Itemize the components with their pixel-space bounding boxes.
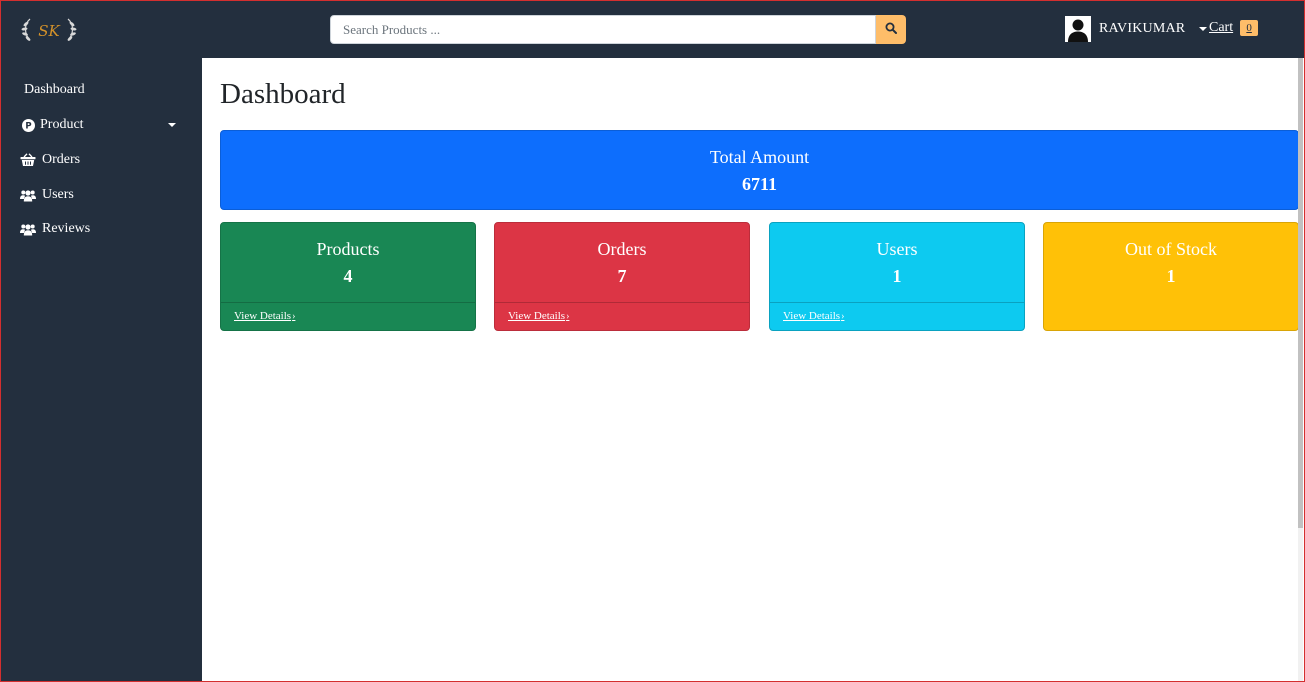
card-footer: View Details › [495,302,749,332]
cart-link[interactable]: Cart 0 [1209,20,1259,36]
search-button[interactable] [876,15,906,44]
sidebar-item-label: Users [42,187,74,202]
sidebar-item-label: Product [40,117,84,132]
card-value: 1 [1166,266,1176,286]
user-silhouette-icon [1065,16,1091,42]
cart-label: Cart [1209,20,1234,35]
top-navbar: SK RAVIKUMAR Cart 0 [0,0,1305,58]
total-amount-label: Total Amount [709,147,810,167]
card-label: Orders [597,239,647,259]
sidebar-item-product[interactable]: P Product [20,115,180,135]
out-of-stock-card: Out of Stock 1 [1043,222,1299,331]
total-amount-card: Total Amount 6711 [220,130,1299,210]
user-menu[interactable]: RAVIKUMAR [1065,16,1208,42]
card-value: 7 [617,266,627,286]
card-label: Users [876,239,918,259]
page-title: Dashboard [220,78,346,110]
brand-logo[interactable]: SK [20,14,78,46]
sidebar: Dashboard P Product Orders Users Reviews [0,58,202,682]
view-details-link[interactable]: View Details › [783,310,844,322]
users-icon [20,187,36,203]
page-scrollbar[interactable] [1298,58,1303,682]
users-icon [20,221,36,237]
card-label: Products [316,239,380,259]
chevron-right-icon: › [566,310,570,322]
cart-count-badge: 0 [1240,20,1259,36]
search-input[interactable] [330,15,876,44]
chevron-down-icon [1199,27,1208,31]
view-details-label: View Details [508,310,566,322]
chevron-right-icon: › [292,310,296,322]
product-p-icon: P [20,117,36,133]
view-details-label: View Details [783,310,841,322]
card-label: Out of Stock [1125,239,1217,259]
sidebar-item-reviews[interactable]: Reviews [20,219,180,239]
scrollbar-thumb[interactable] [1298,58,1303,528]
sidebar-item-label: Orders [42,152,81,167]
search-bar [330,15,906,44]
card-value: 4 [343,266,353,286]
sidebar-item-label: Reviews [42,221,91,236]
chevron-right-icon: › [841,310,845,322]
chevron-down-icon [168,123,176,127]
svg-text:SK: SK [38,22,60,40]
total-amount-value: 6711 [741,174,777,194]
basket-icon [20,152,36,168]
products-card: Products 4 View Details › [220,222,476,331]
card-footer: View Details › [770,302,1024,332]
view-details-link[interactable]: View Details › [234,310,295,322]
sidebar-item-dashboard[interactable]: Dashboard [24,80,184,100]
sidebar-item-orders[interactable]: Orders [20,150,180,170]
svg-text:P: P [25,121,31,131]
view-details-link[interactable]: View Details › [508,310,569,322]
username-label: RAVIKUMAR [1099,21,1186,36]
card-footer: View Details › [221,302,475,332]
orders-card: Orders 7 View Details › [494,222,750,331]
search-icon [885,22,897,37]
sidebar-item-users[interactable]: Users [20,185,180,205]
users-card: Users 1 View Details › [769,222,1025,331]
card-value: 1 [892,266,902,286]
sidebar-item-label: Dashboard [24,82,85,97]
view-details-label: View Details [234,310,292,322]
